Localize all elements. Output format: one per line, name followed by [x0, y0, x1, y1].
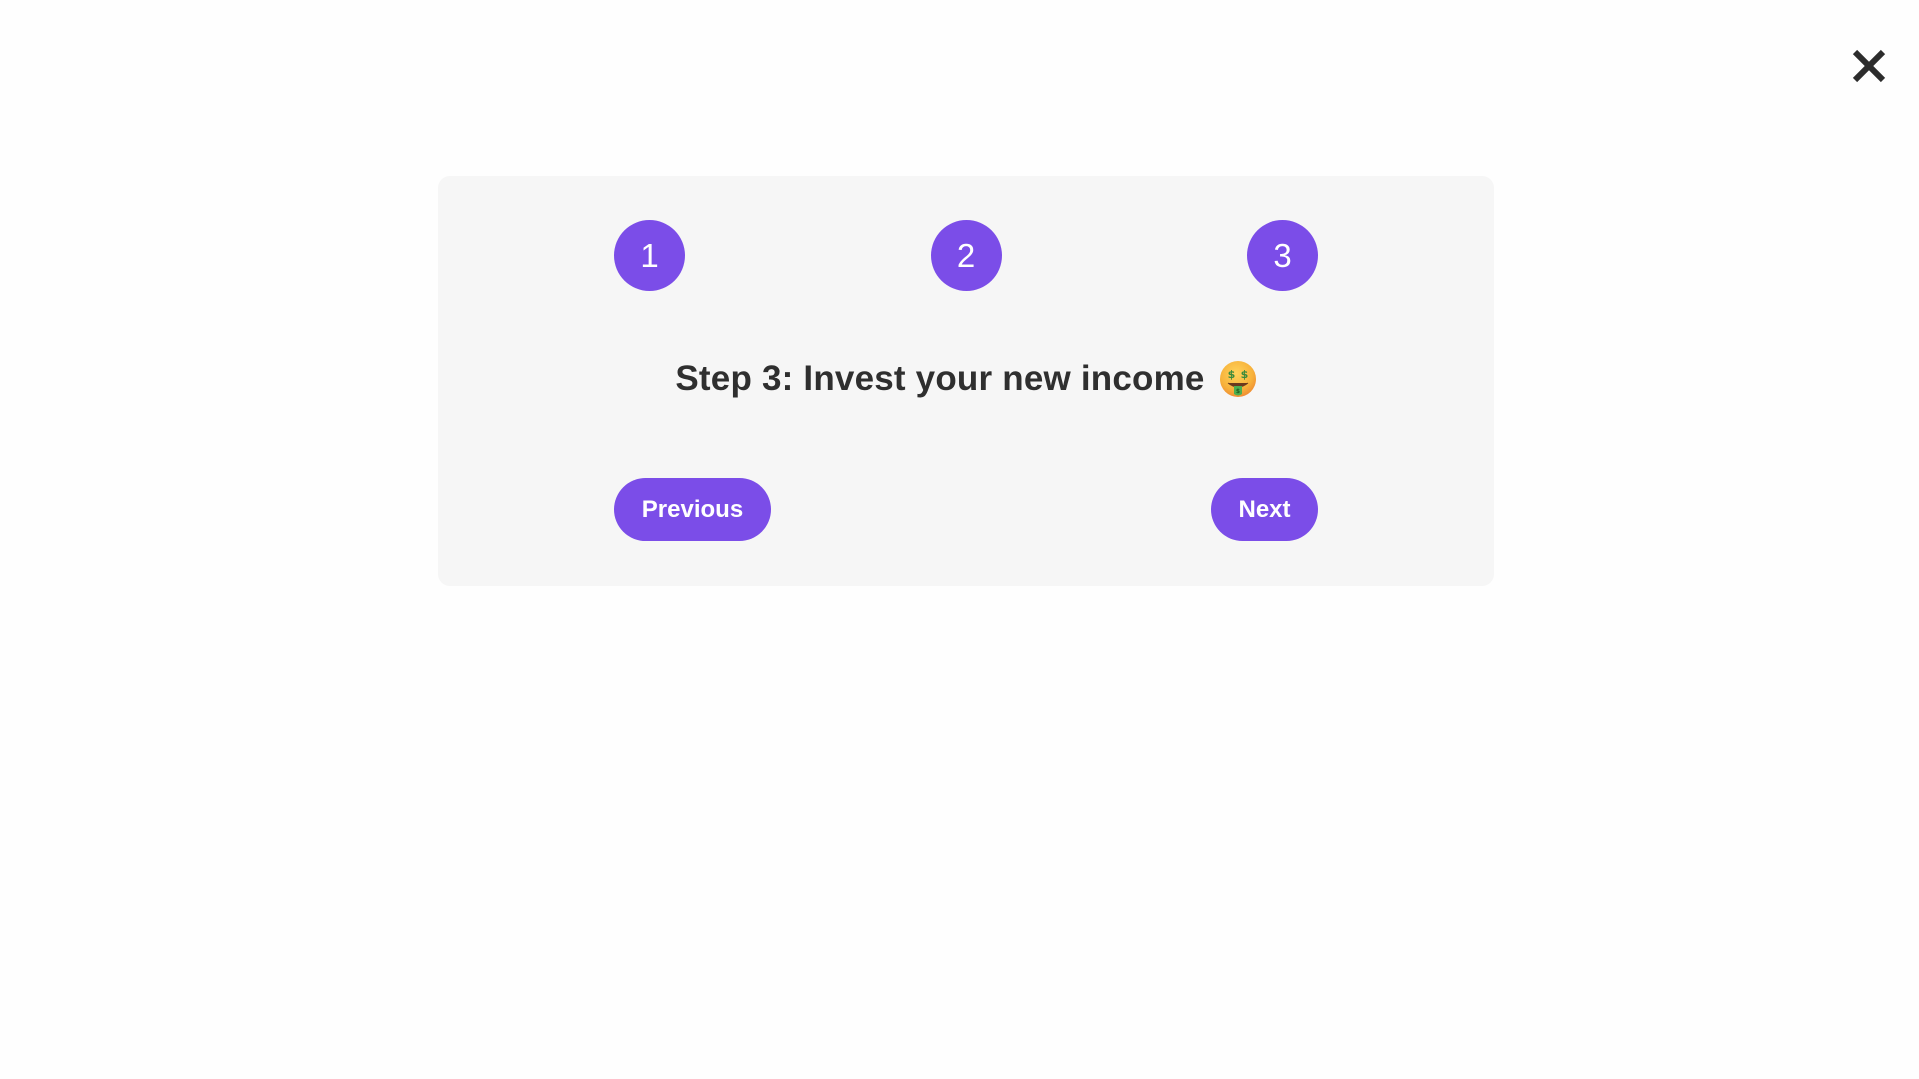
- previous-button[interactable]: Previous: [614, 478, 771, 541]
- step-heading: Step 3: Invest your new income $ $ $: [438, 359, 1494, 399]
- money-mouth-face-icon: $ $ $: [1219, 361, 1256, 397]
- tour-overlay: 1 2 3 Step 3: Invest your new income $ $: [0, 0, 1919, 1079]
- close-icon: [1852, 49, 1886, 83]
- svg-text:$: $: [1240, 368, 1248, 381]
- step-1-indicator[interactable]: 1: [614, 220, 685, 291]
- step-title: Step 3: Invest your new income: [675, 359, 1205, 398]
- next-button[interactable]: Next: [1211, 478, 1318, 541]
- step-2-indicator[interactable]: 2: [930, 220, 1002, 291]
- stepper: 1 2 3: [614, 220, 1318, 291]
- close-button[interactable]: [1851, 48, 1887, 84]
- onboarding-card: 1 2 3 Step 3: Invest your new income $ $: [438, 176, 1494, 586]
- svg-text:$: $: [1227, 368, 1235, 381]
- svg-text:$: $: [1236, 388, 1240, 395]
- step-3-indicator[interactable]: 3: [1247, 220, 1318, 291]
